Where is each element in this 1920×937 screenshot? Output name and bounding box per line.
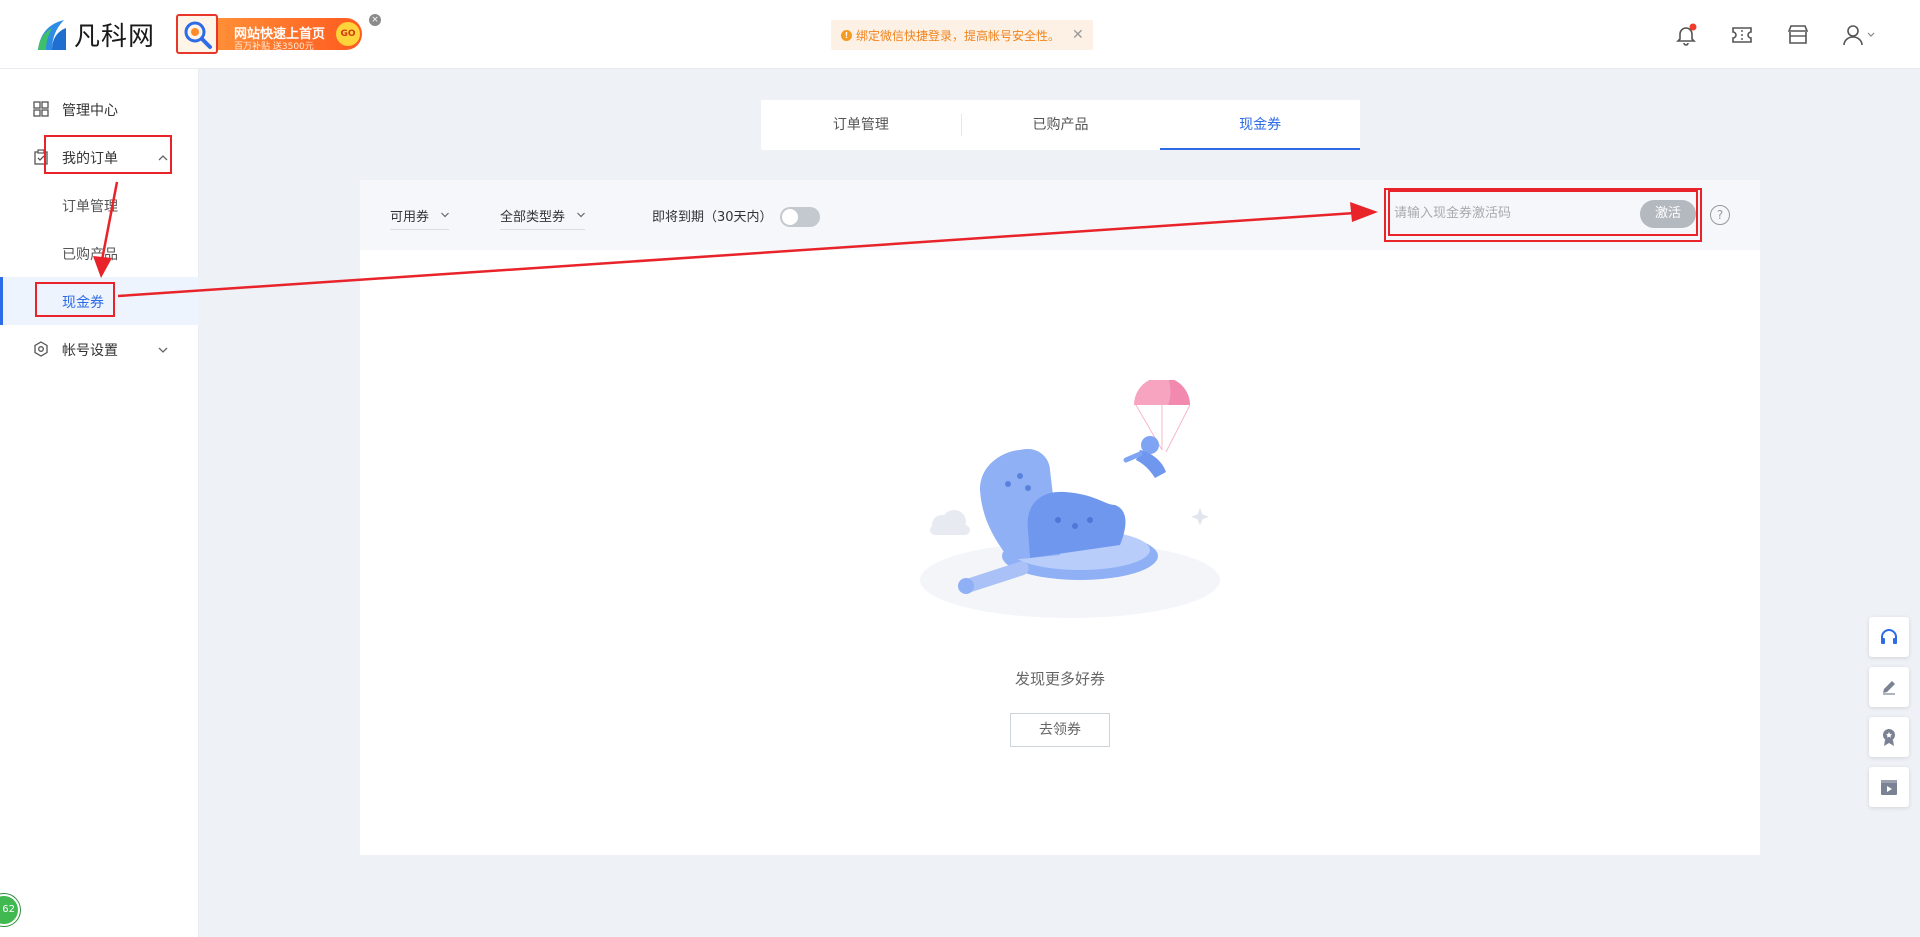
- sidebar-item-order-management[interactable]: 订单管理: [0, 181, 199, 229]
- sidebar: 管理中心 我的订单 订单管理 已购产品 现金券 帐号设置: [0, 69, 199, 937]
- tab-purchased-products[interactable]: 已购产品: [960, 100, 1161, 150]
- logo-text: 凡科网: [74, 21, 156, 52]
- logo-mark-icon: [34, 16, 70, 52]
- annotation-box-coupon-input: [1384, 188, 1702, 242]
- video-icon[interactable]: [1869, 767, 1909, 807]
- award-icon[interactable]: [1869, 717, 1909, 757]
- empty-state-illustration: [900, 377, 1240, 620]
- sidebar-item-label: 帐号设置: [62, 343, 118, 359]
- grid-icon: [33, 101, 49, 117]
- chevron-down-icon: [158, 343, 168, 353]
- sidebar-item-purchased-products[interactable]: 已购产品: [0, 229, 199, 277]
- help-icon[interactable]: ?: [1710, 205, 1730, 225]
- ticket-icon[interactable]: [1729, 22, 1755, 48]
- expiring-soon-toggle[interactable]: [780, 207, 820, 227]
- promo-close-icon[interactable]: ×: [369, 14, 381, 26]
- user-icon[interactable]: [1841, 22, 1881, 48]
- claim-coupons-button[interactable]: 去领券: [1010, 713, 1110, 747]
- empty-state-message: 发现更多好券: [1014, 670, 1105, 688]
- availability-dropdown[interactable]: 可用券: [390, 206, 450, 230]
- expiring-soon-label: 即将到期（30天内）: [652, 210, 773, 225]
- promo-banner[interactable]: 网站快速上首页 百万补贴 送3500元 GO: [176, 14, 362, 54]
- chevron-down-icon: [441, 208, 450, 218]
- headset-icon[interactable]: [1869, 617, 1909, 657]
- bell-icon[interactable]: [1673, 22, 1699, 48]
- annotation-box-cash-coupons: [35, 282, 115, 317]
- warning-icon: !: [841, 29, 852, 41]
- top-header: 凡科网 网站快速上首页 百万补贴 送3500元 GO × ! 绑定微信快捷登录，…: [0, 0, 1920, 69]
- order-tabs: 订单管理 已购产品 现金券: [761, 100, 1360, 150]
- sidebar-item-label: 订单管理: [62, 199, 118, 215]
- promo-go-button[interactable]: GO: [336, 22, 360, 46]
- sidebar-item-account-settings[interactable]: 帐号设置: [0, 325, 199, 373]
- edit-icon[interactable]: [1869, 667, 1909, 707]
- sidebar-item-label: 管理中心: [62, 103, 118, 119]
- magnifier-icon: [176, 14, 218, 54]
- coupon-type-value: 全部类型券: [500, 210, 566, 225]
- notice-close-icon[interactable]: ✕: [1072, 27, 1084, 43]
- availability-value: 可用券: [390, 210, 430, 225]
- annotation-box-my-orders: [44, 135, 172, 174]
- coupon-panel: 可用券 全部类型券 即将到期（30天内） 激活 ?: [360, 180, 1760, 855]
- sidebar-item-label: 已购产品: [62, 247, 118, 263]
- logo[interactable]: 凡科网: [34, 16, 155, 52]
- chevron-down-icon: [577, 208, 586, 218]
- tab-order-management[interactable]: 订单管理: [761, 100, 961, 150]
- promo-subtitle: 百万补贴 送3500元: [234, 42, 314, 52]
- coupon-type-dropdown[interactable]: 全部类型券: [500, 206, 586, 230]
- notice-bar: ! 绑定微信快捷登录，提高帐号安全性。 ✕: [831, 20, 1093, 50]
- notice-text[interactable]: 绑定微信快捷登录，提高帐号安全性。: [856, 27, 1060, 44]
- tab-cash-coupons[interactable]: 现金券: [1160, 100, 1360, 150]
- settings-icon: [33, 341, 49, 357]
- sidebar-item-dashboard[interactable]: 管理中心: [0, 85, 199, 133]
- store-icon[interactable]: [1785, 22, 1811, 48]
